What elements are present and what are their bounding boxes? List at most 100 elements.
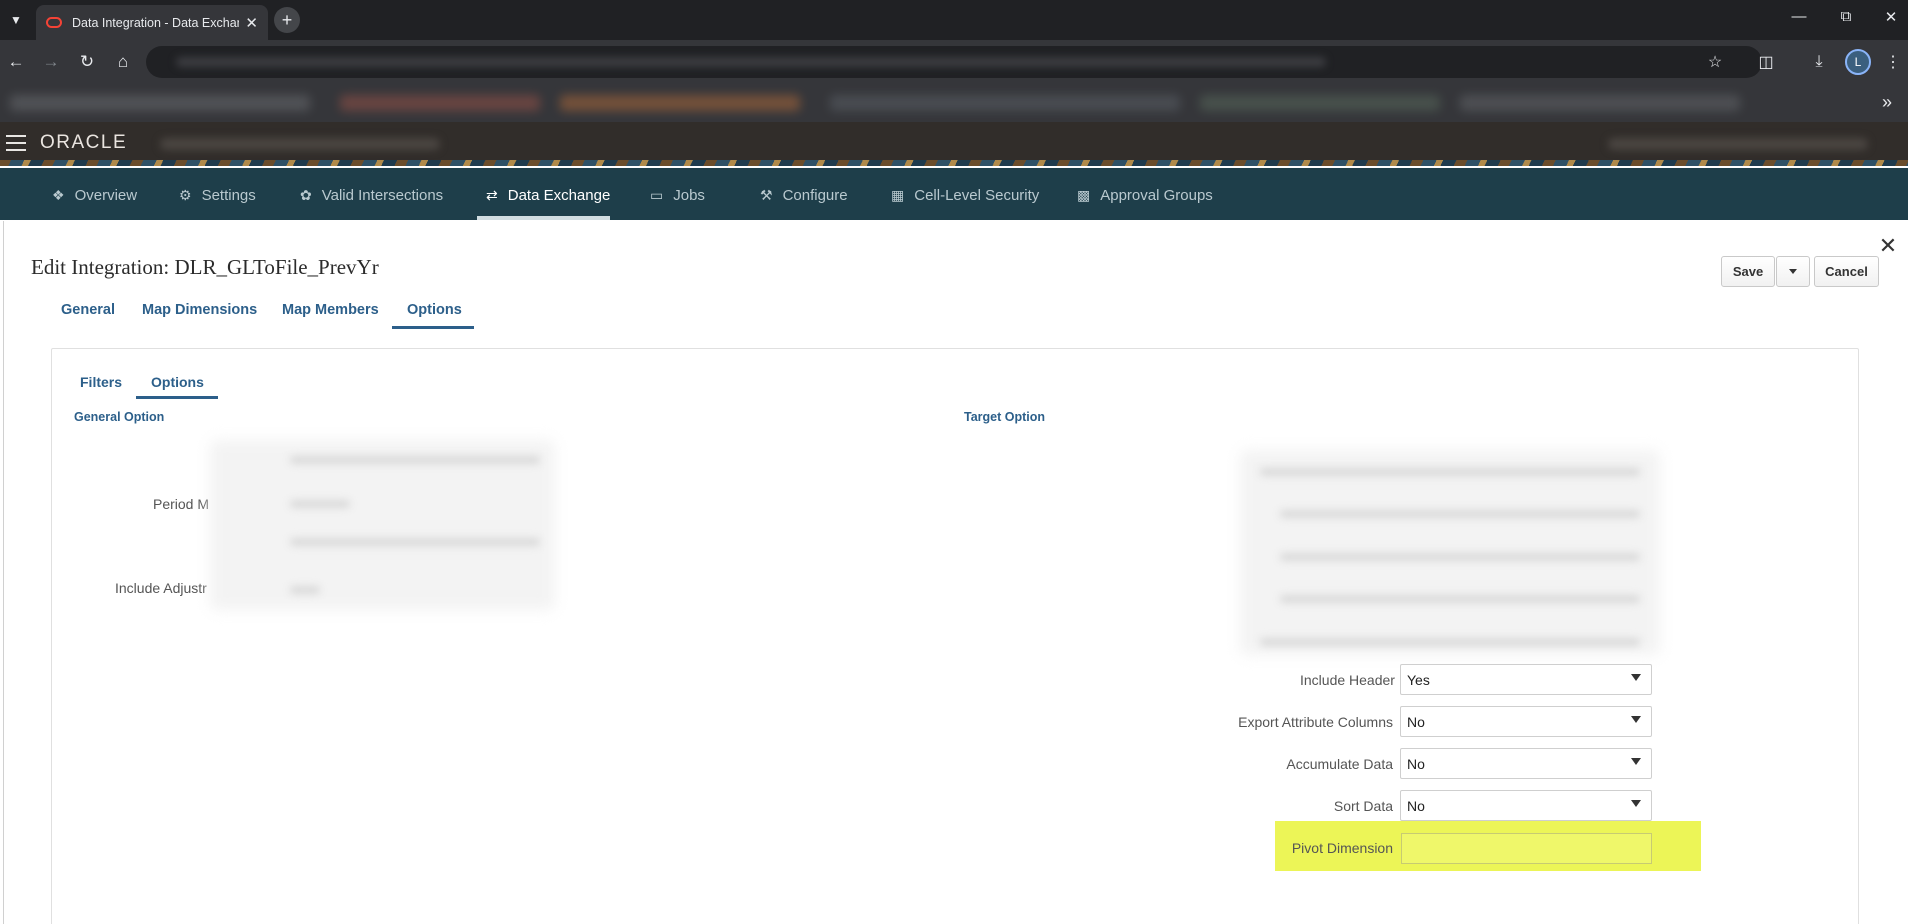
forward-icon[interactable]: → xyxy=(38,49,64,75)
exchange-icon: ⇄ xyxy=(486,186,498,203)
cancel-button[interactable]: Cancel xyxy=(1814,256,1879,287)
app-header: ORACLE xyxy=(0,122,1908,166)
new-tab-button[interactable]: + xyxy=(274,7,300,33)
blurred-field xyxy=(290,538,540,546)
clipboard-icon: ▭ xyxy=(650,186,664,203)
nav-cell-level-security[interactable]: ▦ Cell-Level Security xyxy=(891,184,1039,206)
nav-label: Valid Intersections xyxy=(321,186,444,204)
bookmark-blur xyxy=(1460,95,1740,111)
include-adjustment-label: Include Adjustr xyxy=(115,580,207,596)
blurred-field xyxy=(290,586,320,594)
subtab-options[interactable]: Options xyxy=(151,374,204,390)
bookmarks-bar: » xyxy=(0,84,1908,122)
tab-map-members[interactable]: Map Members xyxy=(282,302,379,318)
browser-toolbar: ← → ↻ ⌂ ☆ ◫ ⤓ L ⋮ xyxy=(0,40,1908,84)
nav-label: Jobs xyxy=(673,186,705,204)
address-blurred xyxy=(176,57,1326,67)
target-option-title: Target Option xyxy=(964,410,1046,424)
general-option-blurred xyxy=(210,440,555,610)
select-value: Yes xyxy=(1407,671,1430,688)
header-pattern xyxy=(0,160,1908,166)
oracle-logo: ORACLE xyxy=(40,132,128,153)
page-title: Edit Integration: DLR_GLToFile_PrevYr xyxy=(31,255,379,279)
subtab-filters[interactable]: Filters xyxy=(80,374,122,390)
caret-down-icon xyxy=(1631,716,1641,723)
tab-active-indicator xyxy=(392,326,474,329)
browser-titlebar: ▼ Data Integration - Data Exchange ✕ + —… xyxy=(0,0,1908,40)
oracle-favicon-icon xyxy=(46,17,62,28)
include-header-select[interactable]: Yes xyxy=(1400,664,1652,695)
nav-configure[interactable]: ⚒ Configure xyxy=(760,184,848,206)
bookmark-star-icon[interactable]: ☆ xyxy=(1704,51,1726,73)
nav-valid-intersections[interactable]: ✿ Valid Intersections xyxy=(300,184,443,206)
blurred-field xyxy=(290,456,540,464)
overview-icon: ❖ xyxy=(52,186,65,203)
nav-label: Settings xyxy=(201,186,256,204)
nav-label: Cell-Level Security xyxy=(914,186,1040,204)
nav-data-exchange[interactable]: ⇄ Data Exchange xyxy=(486,184,610,206)
nav-label: Overview xyxy=(74,186,138,204)
nav-settings[interactable]: ⚙ Settings xyxy=(179,184,256,206)
header-blurred-right xyxy=(1608,138,1868,150)
bookmark-blur xyxy=(1200,95,1440,111)
minimize-icon[interactable]: — xyxy=(1784,8,1814,25)
nav-active-indicator xyxy=(477,216,610,220)
nav-jobs[interactable]: ▭ Jobs xyxy=(650,184,705,206)
gear-icon: ⚙ xyxy=(179,186,192,203)
download-icon[interactable]: ⤓ xyxy=(1808,51,1830,73)
bookmarks-overflow-icon[interactable]: » xyxy=(1882,92,1892,113)
blurred-field xyxy=(290,500,350,508)
blurred-field xyxy=(1280,553,1640,561)
select-value: No xyxy=(1407,797,1425,814)
accumulate-data-label: Accumulate Data xyxy=(1286,756,1393,772)
window-close-icon[interactable]: ✕ xyxy=(1876,8,1906,26)
reload-icon[interactable]: ↻ xyxy=(74,49,100,75)
header-blurred xyxy=(160,138,440,150)
sort-data-select[interactable]: No xyxy=(1400,790,1652,821)
extensions-icon[interactable]: ◫ xyxy=(1755,51,1777,73)
profile-avatar[interactable]: L xyxy=(1845,49,1871,75)
nav-overview[interactable]: ❖ Overview xyxy=(52,184,137,206)
include-header-label: Include Header xyxy=(1300,672,1395,688)
accumulate-data-select[interactable]: No xyxy=(1400,748,1652,779)
tools-icon: ⚒ xyxy=(760,186,773,203)
tab-search-chevron-icon[interactable]: ▼ xyxy=(4,8,28,32)
browser-tab-title: Data Integration - Data Exchange xyxy=(72,15,240,30)
bookmark-blur xyxy=(340,95,540,111)
module-navbar: ❖ Overview ⚙ Settings ✿ Valid Intersecti… xyxy=(0,168,1908,220)
tab-close-icon[interactable]: ✕ xyxy=(245,14,258,32)
dialog-close-icon[interactable]: ✕ xyxy=(1876,233,1900,258)
home-icon[interactable]: ⌂ xyxy=(110,49,136,75)
tab-map-dimensions[interactable]: Map Dimensions xyxy=(142,302,257,318)
caret-down-icon xyxy=(1631,674,1641,681)
pivot-dimension-label: Pivot Dimension xyxy=(1291,840,1393,856)
pivot-dimension-input[interactable] xyxy=(1401,833,1652,864)
nav-label: Approval Groups xyxy=(1100,186,1213,204)
browser-tab[interactable]: Data Integration - Data Exchange ✕ xyxy=(36,5,268,40)
save-button[interactable]: Save xyxy=(1721,256,1775,287)
tab-general[interactable]: General xyxy=(61,302,115,318)
chevron-down-icon xyxy=(1789,269,1797,274)
nav-approval-groups[interactable]: ▩ Approval Groups xyxy=(1077,184,1213,206)
intersections-icon: ✿ xyxy=(300,186,312,203)
grid-security-icon: ▦ xyxy=(891,186,905,203)
hamburger-menu-icon[interactable] xyxy=(6,135,26,151)
blurred-field xyxy=(1260,468,1640,476)
sort-data-label: Sort Data xyxy=(1333,798,1393,814)
browser-menu-icon[interactable]: ⋮ xyxy=(1882,51,1904,73)
address-bar[interactable] xyxy=(146,46,1762,78)
bookmark-blur xyxy=(10,95,310,111)
bookmark-blur xyxy=(830,95,1180,111)
back-icon[interactable]: ← xyxy=(3,49,29,75)
restore-icon[interactable]: ⧉ xyxy=(1831,8,1861,25)
export-attribute-columns-select[interactable]: No xyxy=(1400,706,1652,737)
nav-label: Configure xyxy=(782,186,848,204)
blurred-field xyxy=(1280,595,1640,603)
save-options-dropdown[interactable] xyxy=(1776,256,1810,287)
caret-down-icon xyxy=(1631,758,1641,765)
tab-options[interactable]: Options xyxy=(407,302,462,318)
select-value: No xyxy=(1407,755,1425,772)
general-option-title: General Option xyxy=(74,410,165,424)
blurred-field xyxy=(1260,638,1640,646)
caret-down-icon xyxy=(1631,800,1641,807)
